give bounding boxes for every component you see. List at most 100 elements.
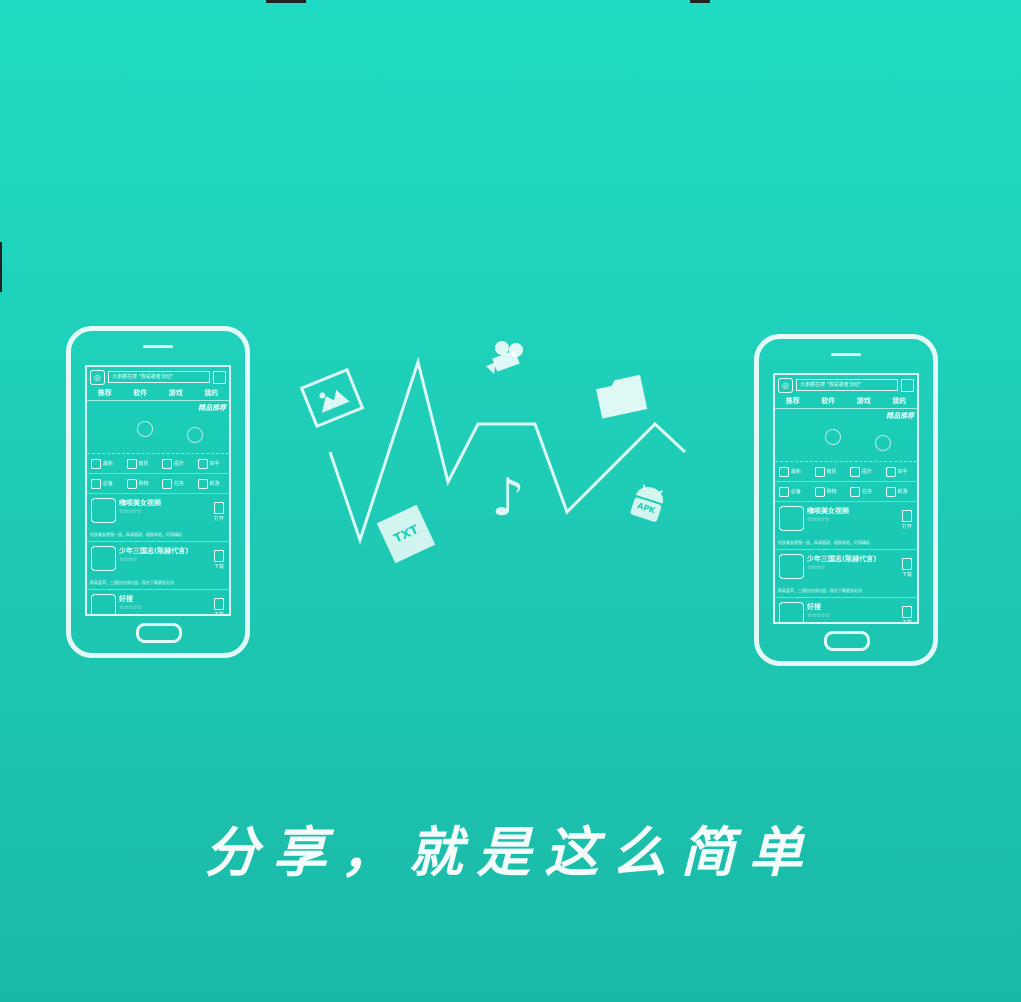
tab-recommend[interactable]: 推荐: [98, 387, 112, 400]
video-camera-icon: [480, 336, 530, 386]
app-name: 嗨呗美女视频: [119, 499, 161, 507]
tab-games[interactable]: 游戏: [169, 387, 183, 400]
category-icon: [814, 466, 825, 477]
category-icon: [126, 478, 137, 489]
tab-games[interactable]: 游戏: [857, 395, 871, 408]
app-icon: [91, 594, 116, 614]
app-header: ◎ 大家都在搜 "我是歌者活动": [87, 367, 229, 387]
search-input[interactable]: 大家都在搜 "我是歌者活动": [796, 379, 898, 391]
app-icon: [91, 546, 116, 571]
app-description: 群英荟萃，三国志在线对战，现在下载就送礼包: [90, 580, 174, 585]
app-name: 嗨呗美女视频: [807, 507, 849, 515]
tab-software[interactable]: 软件: [821, 395, 835, 408]
category-icon: [162, 478, 172, 489]
music-note-icon: ♪: [491, 468, 525, 528]
category-item[interactable]: 任务: [846, 482, 882, 502]
app-icon: [779, 602, 804, 622]
category-icon: [91, 458, 101, 469]
search-input[interactable]: 大家都在搜 "我是歌者活动": [108, 371, 210, 383]
category-item[interactable]: 高手: [881, 462, 917, 482]
app-description: 群英荟萃，三国志在线对战，现在下载就送礼包: [778, 588, 862, 593]
promo-banner[interactable]: 精品推荐: [87, 401, 229, 454]
category-icon: [814, 486, 825, 497]
category-icon: [197, 478, 208, 489]
category-item[interactable]: 购物: [122, 474, 158, 494]
app-action-button[interactable]: 下载: [901, 606, 913, 622]
download-icon: [902, 606, 912, 618]
slogan-text: 分享，就是这么简单: [204, 820, 817, 884]
tab-software[interactable]: 软件: [133, 387, 147, 400]
category-item[interactable]: 新游: [881, 482, 917, 502]
category-icon: [779, 466, 789, 477]
tab-bar: 推荐 软件 游戏 我的: [87, 387, 229, 401]
scan-icon[interactable]: [901, 378, 914, 392]
promo-banner[interactable]: 精品推荐: [775, 409, 917, 462]
category-icon: [885, 486, 896, 497]
banner-character-icon: [137, 421, 153, 437]
app-action-button[interactable]: 下载: [901, 558, 913, 578]
app-list-item[interactable]: 嗨呗美女视频 ☆☆☆☆☆ 打开 优质美女视频一览、高清画质、极致体验、尽享精彩: [87, 494, 229, 542]
category-icon: [885, 466, 896, 477]
category-item[interactable]: 最新: [775, 462, 811, 482]
tab-mine[interactable]: 我的: [892, 395, 906, 408]
category-icon: [126, 458, 137, 469]
download-icon: [902, 510, 912, 522]
txt-label: TXT: [391, 522, 421, 546]
app-name: 好搜: [807, 603, 821, 611]
app-description: 优质美女视频一览、高清画质、极致体验、尽享精彩: [778, 540, 870, 545]
tab-bar: 推荐 软件 游戏 我的: [775, 395, 917, 409]
phone-right: ◎ 大家都在搜 "我是歌者活动" 推荐 软件 游戏 我的 精品推荐 最新 装机 …: [754, 334, 938, 666]
download-icon: [214, 550, 224, 562]
banner-character-icon: [875, 435, 891, 451]
app-rating: ☆☆☆☆☆: [807, 516, 830, 523]
category-item[interactable]: 购物: [810, 482, 846, 502]
category-icon: [850, 486, 860, 497]
app-rating: ☆☆☆☆☆: [119, 604, 142, 611]
home-button[interactable]: [824, 631, 870, 651]
phone-screen: ◎ 大家都在搜 "我是歌者活动" 推荐 软件 游戏 我的 精品推荐 最新 装机 …: [85, 365, 231, 616]
app-description: 优质美女视频一览、高清画质、极致体验、尽享精彩: [90, 532, 182, 537]
banner-character-icon: [825, 429, 841, 445]
phone-left: ◎ 大家都在搜 "我是歌者活动" 推荐 软件 游戏 我的 精品推荐 最新 装机 …: [66, 326, 250, 658]
home-button[interactable]: [136, 623, 182, 643]
app-name: 少年三国志(陈赫代言): [807, 555, 877, 563]
category-grid: 最新 装机 提升 高手 必备 购物 任务 新游: [87, 454, 229, 494]
category-icon: [850, 466, 860, 477]
app-rating: ☆☆☆☆☆: [119, 508, 142, 515]
app-name: 少年三国志(陈赫代言): [119, 547, 189, 555]
category-icon: [779, 486, 789, 497]
category-item[interactable]: 装机: [810, 462, 846, 482]
category-item[interactable]: 任务: [158, 474, 194, 494]
app-action-button[interactable]: 下载: [213, 550, 225, 570]
phone-speaker: [143, 345, 173, 348]
app-list-item[interactable]: 少年三国志(陈赫代言) ☆☆☆☆ 下载 群英荟萃，三国志在线对战，现在下载就送礼…: [87, 542, 229, 590]
app-icon: [91, 498, 116, 523]
category-item[interactable]: 最新: [87, 454, 123, 474]
app-logo-icon: ◎: [778, 377, 793, 393]
category-item[interactable]: 高手: [193, 454, 229, 474]
category-item[interactable]: 装机: [122, 454, 158, 474]
app-icon: [779, 554, 804, 579]
download-icon: [902, 558, 912, 570]
app-name: 好搜: [119, 595, 133, 603]
category-icon: [91, 478, 101, 489]
app-list-item[interactable]: 好搜 ☆☆☆☆☆ 下载: [775, 598, 917, 622]
banner-badge: 精品推荐: [886, 412, 914, 420]
app-list-item[interactable]: 少年三国志(陈赫代言) ☆☆☆☆ 下载 群英荟萃，三国志在线对战，现在下载就送礼…: [775, 550, 917, 598]
phone-screen: ◎ 大家都在搜 "我是歌者活动" 推荐 软件 游戏 我的 精品推荐 最新 装机 …: [773, 373, 919, 624]
app-action-button[interactable]: 打开: [901, 510, 913, 530]
category-item[interactable]: 提升: [158, 454, 194, 474]
scan-icon[interactable]: [213, 370, 226, 384]
category-item[interactable]: 提升: [846, 462, 882, 482]
app-list-item[interactable]: 好搜 ☆☆☆☆☆ 下载: [87, 590, 229, 614]
tab-recommend[interactable]: 推荐: [786, 395, 800, 408]
tab-mine[interactable]: 我的: [204, 387, 218, 400]
category-icon: [197, 458, 208, 469]
app-action-button[interactable]: 打开: [213, 502, 225, 522]
category-item[interactable]: 必备: [87, 474, 123, 494]
app-list-item[interactable]: 嗨呗美女视频 ☆☆☆☆☆ 打开 优质美女视频一览、高清画质、极致体验、尽享精彩: [775, 502, 917, 550]
app-action-button[interactable]: 下载: [213, 598, 225, 614]
category-item[interactable]: 必备: [775, 482, 811, 502]
category-icon: [162, 458, 172, 469]
category-item[interactable]: 新游: [193, 474, 229, 494]
